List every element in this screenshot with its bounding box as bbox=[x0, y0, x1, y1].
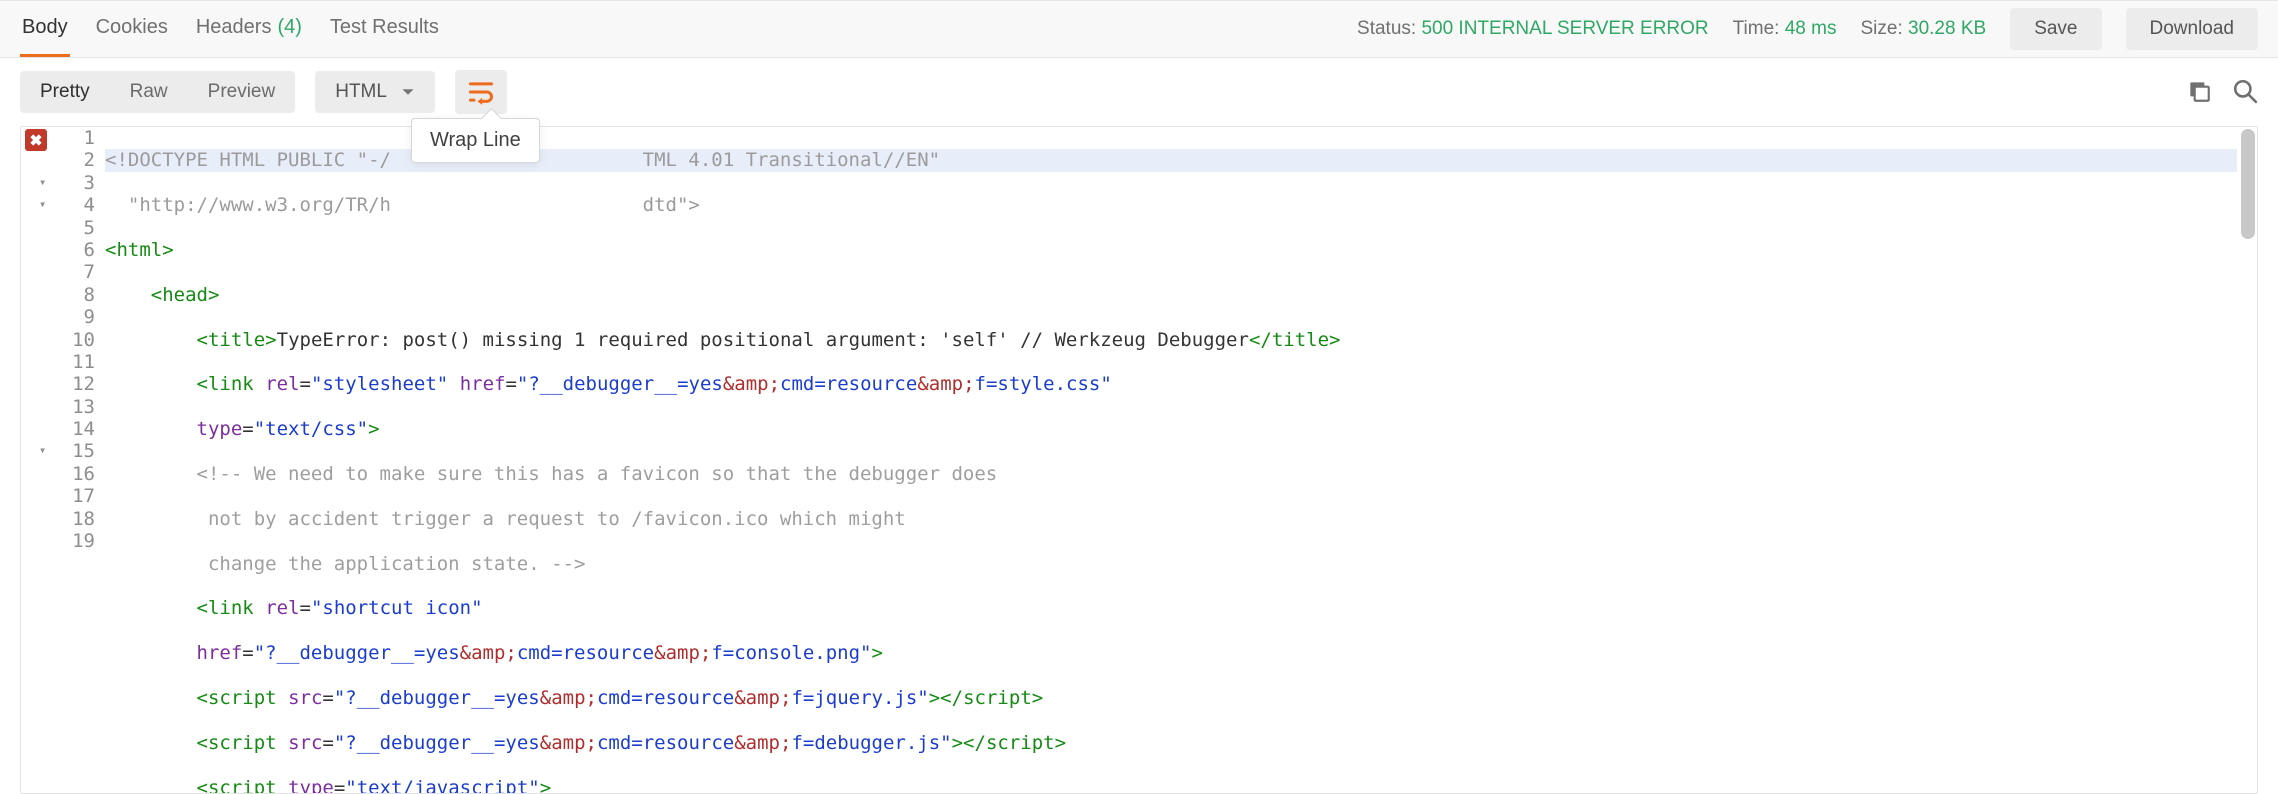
tab-cookies[interactable]: Cookies bbox=[94, 1, 170, 57]
response-body-editor[interactable]: 1 2 3 4 5 6 7 8 9 10 11 12 13 14 15 16 1… bbox=[20, 126, 2258, 794]
tab-body[interactable]: Body bbox=[20, 1, 70, 57]
tab-headers[interactable]: Headers(4) bbox=[194, 1, 304, 57]
body-toolbar: Pretty Raw Preview HTML Wrap Line bbox=[0, 58, 2278, 126]
size-label: Size: bbox=[1860, 18, 1902, 39]
viewmode-preview[interactable]: Preview bbox=[188, 71, 296, 113]
size-pair: Size: 30.28 KB bbox=[1860, 18, 1986, 40]
download-button[interactable]: Download bbox=[2126, 8, 2259, 50]
wrap-line-button[interactable]: Wrap Line bbox=[455, 70, 507, 114]
viewmode-raw[interactable]: Raw bbox=[110, 71, 188, 113]
size-value: 30.28 KB bbox=[1908, 18, 1986, 39]
viewmode-segment: Pretty Raw Preview bbox=[20, 71, 295, 113]
response-meta-bar: Body Cookies Headers(4) Test Results Sta… bbox=[0, 0, 2278, 58]
search-icon bbox=[2232, 78, 2258, 104]
copy-button[interactable] bbox=[2186, 78, 2212, 107]
save-button[interactable]: Save bbox=[2010, 8, 2101, 50]
time-value: 48 ms bbox=[1785, 18, 1837, 39]
copy-icon bbox=[2186, 78, 2212, 104]
status-pair: Status: 500 INTERNAL SERVER ERROR bbox=[1357, 18, 1709, 40]
tab-test-results[interactable]: Test Results bbox=[328, 1, 441, 57]
format-select-value: HTML bbox=[335, 81, 387, 103]
vertical-scrollbar[interactable] bbox=[2241, 129, 2255, 239]
line-number-gutter: 1 2 3 4 5 6 7 8 9 10 11 12 13 14 15 16 1… bbox=[51, 127, 105, 793]
code-content[interactable]: <!DOCTYPE HTML PUBLIC "-/xxxxxxxxxxxxxxx… bbox=[105, 127, 2257, 793]
error-marker-icon[interactable] bbox=[25, 129, 47, 151]
time-label: Time: bbox=[1733, 18, 1780, 39]
status-value: 500 INTERNAL SERVER ERROR bbox=[1421, 18, 1708, 39]
error-marker-column bbox=[21, 127, 51, 793]
response-tabs: Body Cookies Headers(4) Test Results bbox=[20, 1, 441, 57]
wrap-line-tooltip: Wrap Line bbox=[411, 118, 540, 163]
format-select[interactable]: HTML bbox=[315, 71, 435, 113]
chevron-down-icon bbox=[401, 85, 415, 99]
search-button[interactable] bbox=[2232, 78, 2258, 107]
wrap-line-icon bbox=[467, 78, 495, 106]
time-pair: Time: 48 ms bbox=[1733, 18, 1837, 40]
status-label: Status: bbox=[1357, 18, 1416, 39]
viewmode-pretty[interactable]: Pretty bbox=[20, 71, 110, 113]
